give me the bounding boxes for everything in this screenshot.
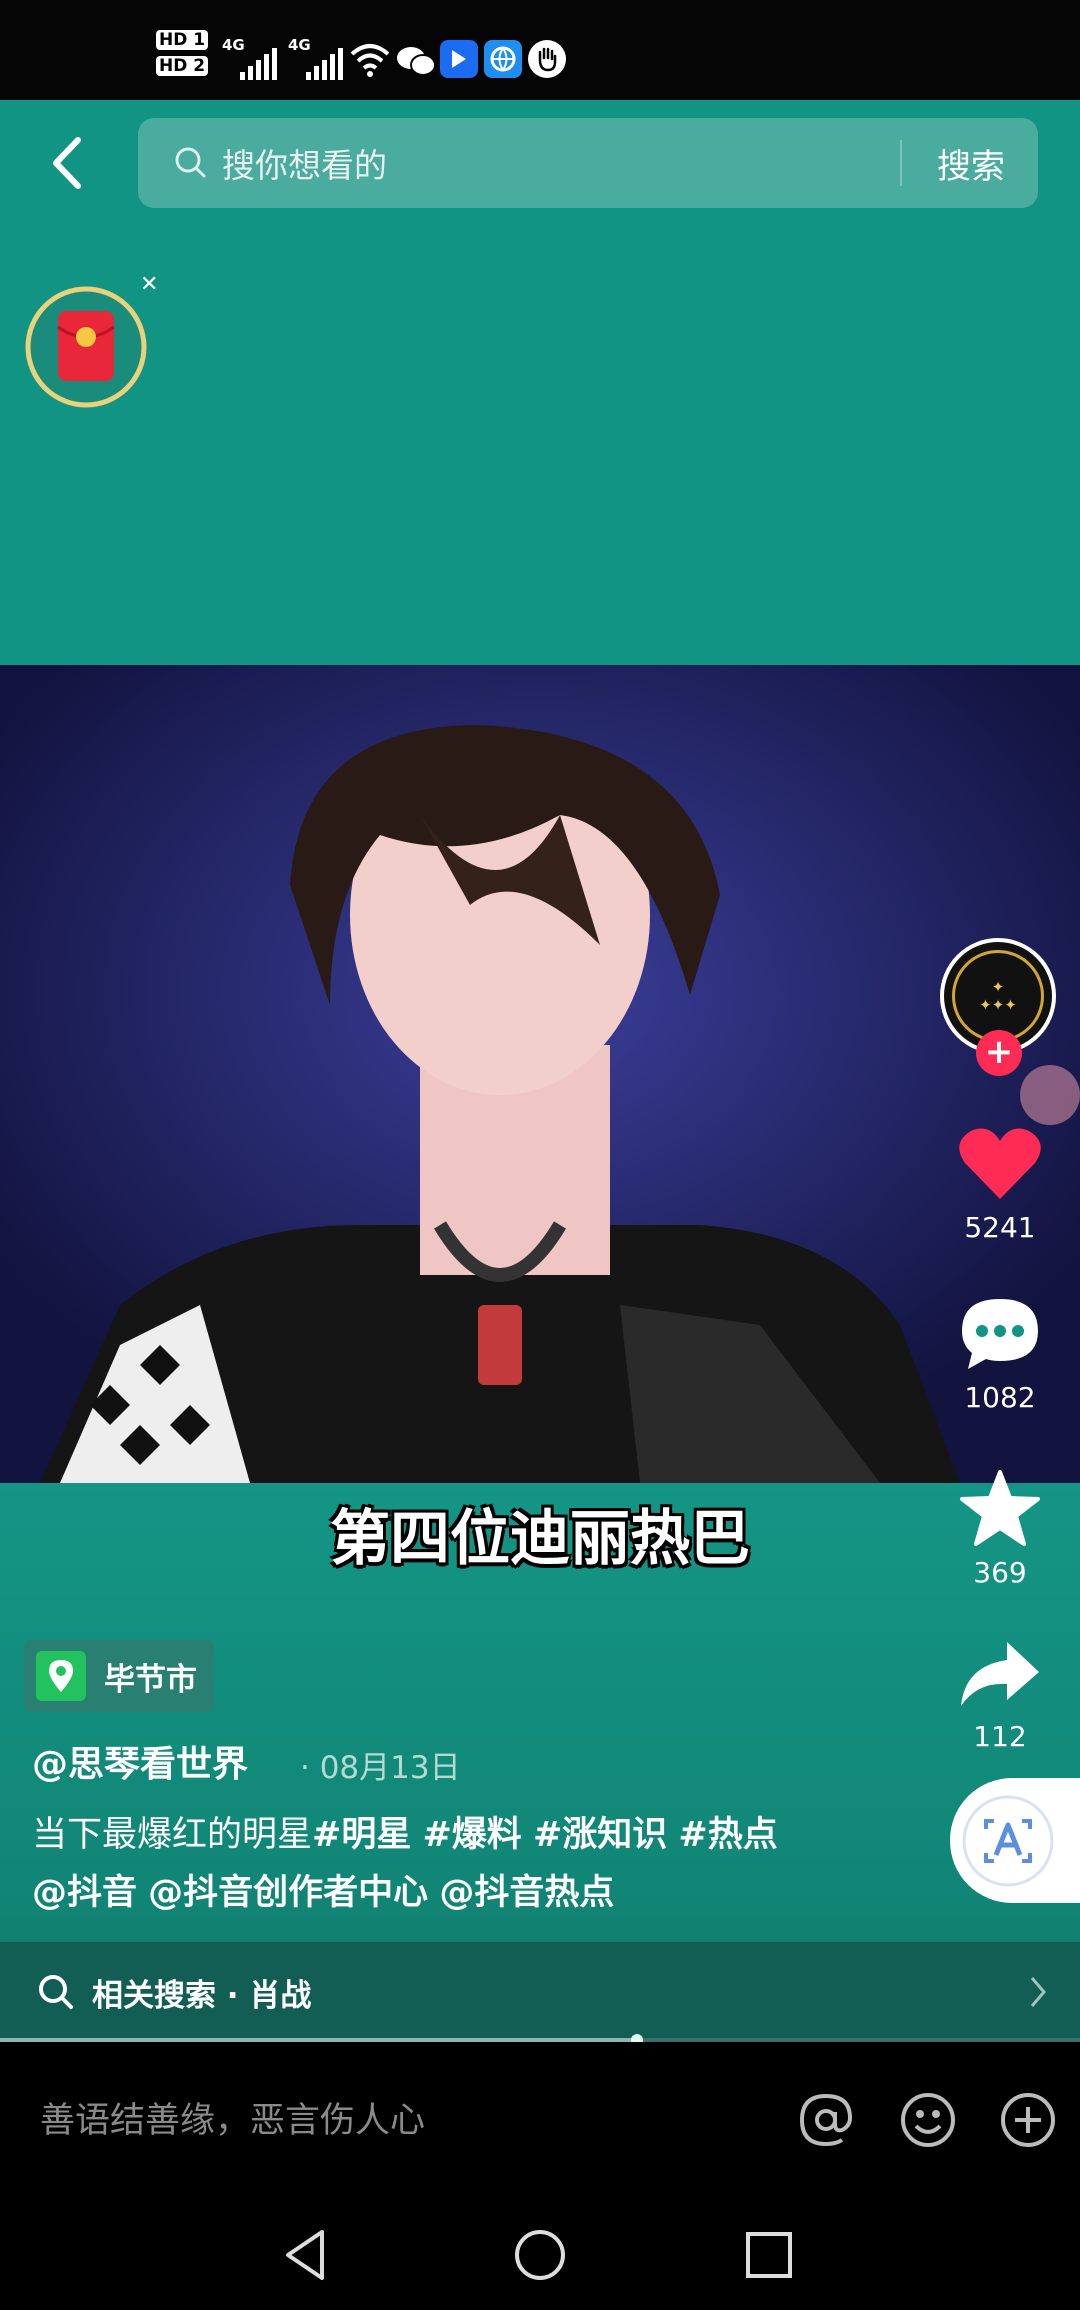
location-tag[interactable]: 毕节市 [24,1640,214,1712]
share-count: 112 [973,1720,1027,1753]
status-bar: HD 1 HD 2 4G 4G [0,0,1080,100]
favorite-button[interactable]: 369 [950,1468,1050,1589]
search-divider [900,140,902,186]
search-icon [39,1975,73,2009]
app-notification-icon [440,40,478,78]
comment-button[interactable]: 1082 [950,1295,1050,1414]
heart-icon [959,1128,1041,1199]
nav-back-icon[interactable] [272,2220,342,2290]
hashtag[interactable]: #涨知识 [533,1815,667,1855]
related-search-label: 相关搜索 · 肖战 [92,1977,312,2014]
video-player[interactable] [0,665,1080,1483]
hashtag[interactable]: #明星 [312,1815,411,1855]
browser-notification-icon [484,40,522,78]
translate-icon [962,1795,1054,1886]
sim-indicators: HD 1 HD 2 [156,30,209,82]
favorite-count: 369 [973,1556,1027,1589]
author-name[interactable]: @思琴看世界 [32,1735,248,1787]
hashtag[interactable]: #热点 [678,1815,777,1855]
mention[interactable]: @抖音热点 [439,1873,614,1913]
like-button[interactable]: 5241 [950,1125,1050,1244]
wifi-icon [350,44,390,77]
avatar-image: ✦ ✦✦✦ [952,950,1044,1042]
system-nav-bar [0,2202,1080,2310]
mention[interactable]: @抖音创作者中心 [148,1873,428,1913]
search-button[interactable]: 搜索 [904,118,1038,208]
back-arrow-icon[interactable] [40,130,100,196]
red-packet-widget[interactable] [24,285,148,409]
wechat-icon [397,47,436,76]
search-input[interactable]: 搜你想看的 [222,139,387,187]
location-label: 毕节市 [104,1661,197,1698]
mention[interactable]: @抖音 [32,1873,137,1913]
hd1-badge: HD 1 [156,30,209,50]
nav-home-icon[interactable] [505,2220,575,2290]
nav-recents-icon[interactable] [734,2220,804,2290]
video-caption: 第四位迪丽热巴 [330,1504,750,1574]
red-packet-icon [25,286,147,408]
comment-bar: 善语结善缘，恶言伤人心 [0,2042,1080,2202]
post-date: · 08月13日 [300,1750,461,1786]
emoji-icon[interactable] [898,2090,958,2150]
star-icon [960,1470,1040,1546]
share-button[interactable]: 112 [950,1638,1050,1753]
related-search-bar[interactable]: 相关搜索 · 肖战 [0,1942,1080,2042]
comment-input[interactable]: 善语结善缘，恶言伤人心 [40,2092,425,2143]
share-arrow-icon [961,1642,1039,1706]
post-description: 当下最爆红的明星#明星 #爆料 #涨知识 #热点 @抖音 @抖音创作者中心 @抖… [32,1806,892,1922]
video-frame-image [0,665,1080,1483]
hand-notification-icon [528,40,566,78]
signal-icon [240,34,277,80]
translate-button[interactable] [950,1778,1080,1903]
description-text: 当下最爆红的明星 [32,1815,313,1855]
add-icon[interactable] [998,2090,1058,2150]
search-icon [175,147,206,178]
close-icon[interactable]: ✕ [140,272,158,297]
comment-count: 1082 [964,1381,1036,1414]
signal-icon-2 [306,34,343,80]
location-pin-icon [36,1651,86,1701]
follow-button[interactable]: + [976,1030,1022,1076]
like-count: 5241 [964,1211,1036,1244]
chevron-right-icon [1030,1977,1046,2007]
hd2-badge: HD 2 [156,56,209,76]
comment-icon [962,1299,1038,1369]
hashtag[interactable]: #爆料 [422,1815,521,1855]
mention-at-icon[interactable] [796,2090,856,2150]
search-bar[interactable]: 搜你想看的 搜索 [138,118,1038,208]
